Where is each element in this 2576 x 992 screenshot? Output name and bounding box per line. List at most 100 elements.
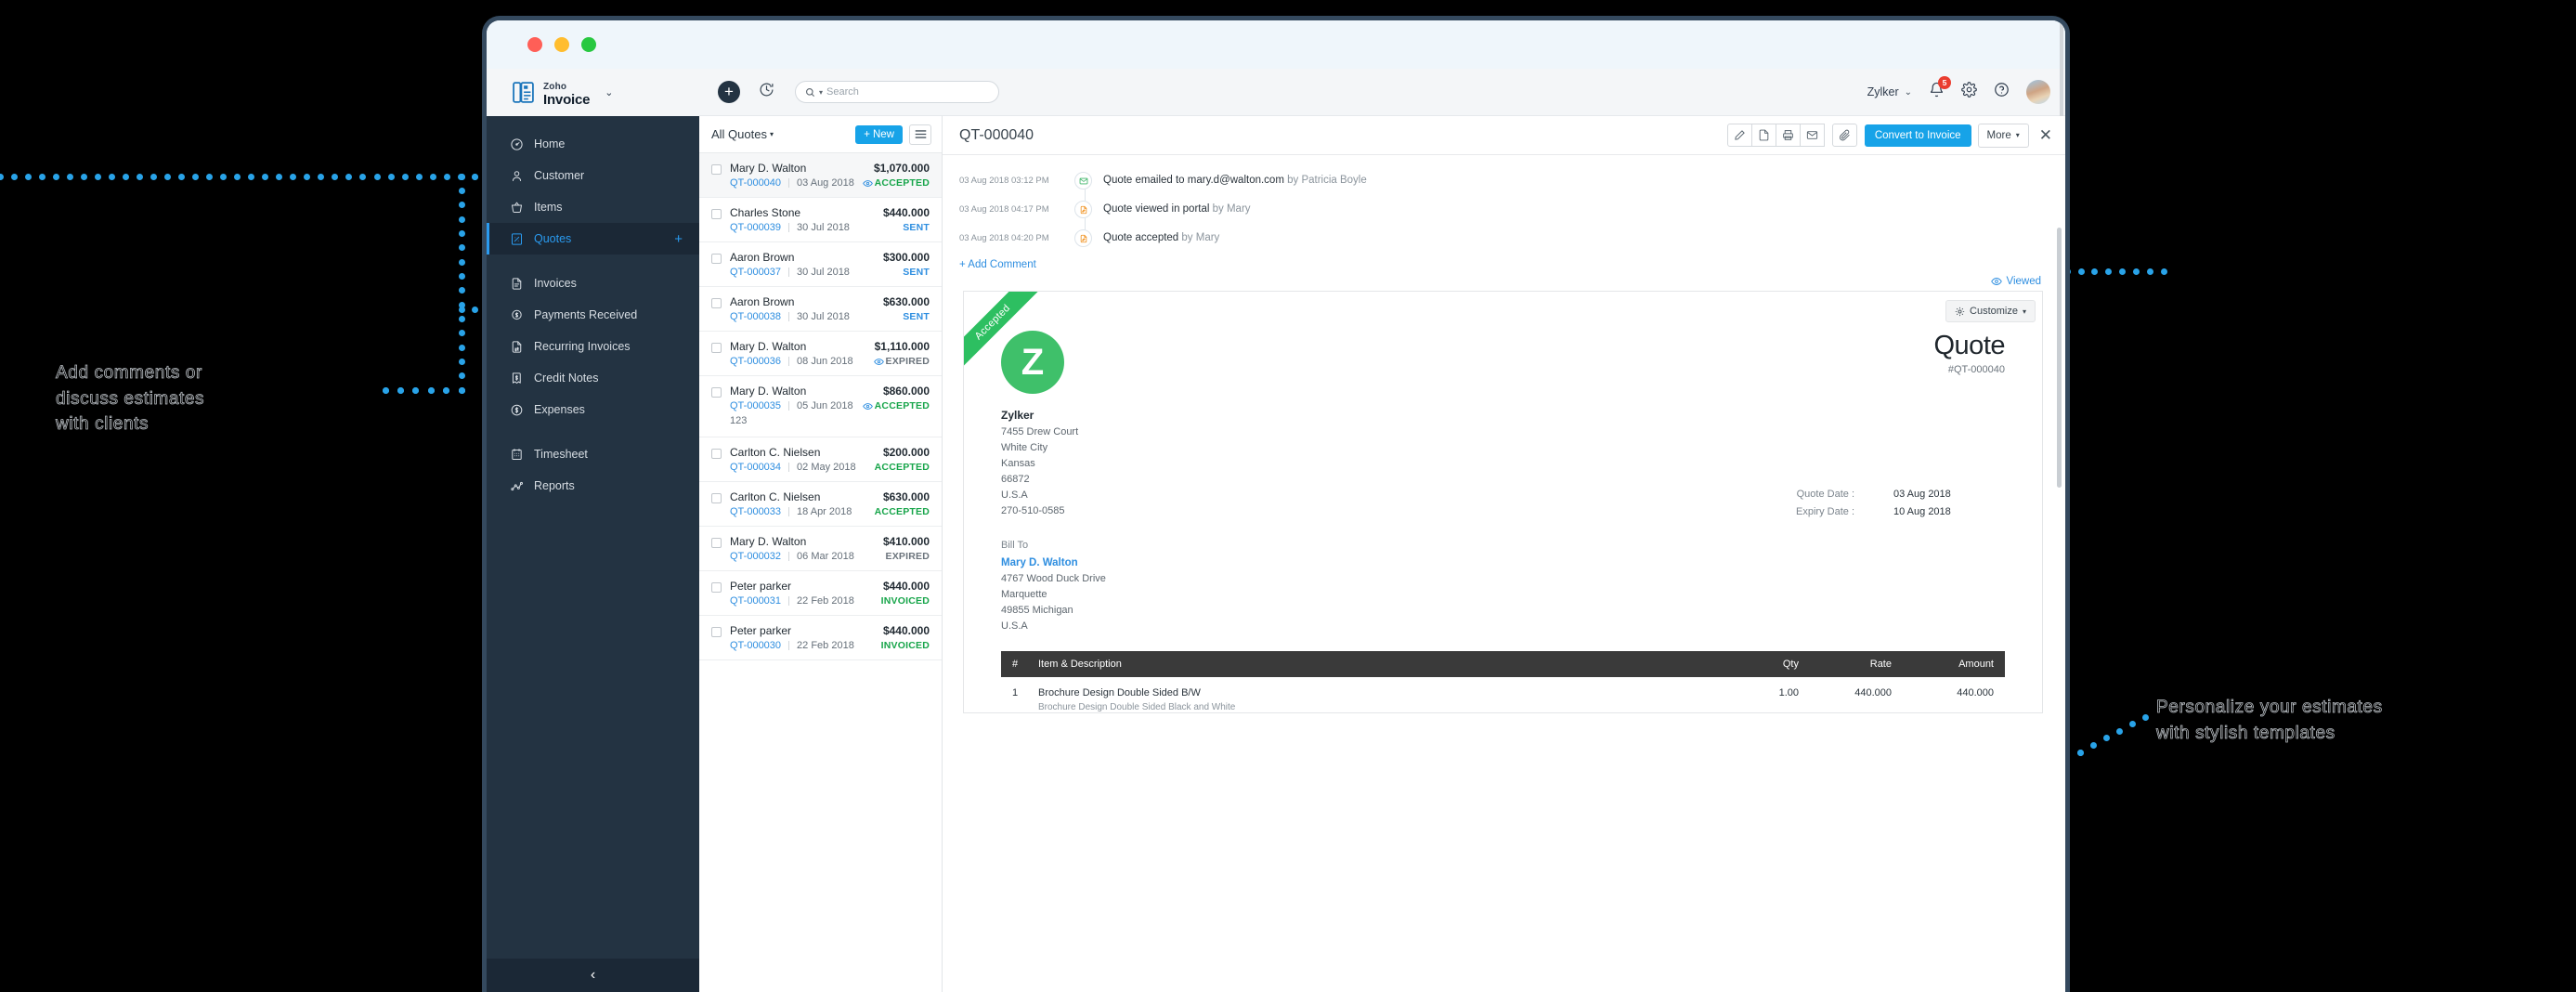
gear-icon [1955, 307, 1965, 316]
row-quote-number[interactable]: QT-000032 [730, 551, 781, 562]
row-checkbox[interactable] [711, 387, 722, 398]
window-minimize-button[interactable] [554, 37, 569, 52]
row-checkbox[interactable] [711, 627, 722, 637]
plus-icon: + [864, 128, 870, 140]
search-input[interactable]: ▾ Search [795, 81, 999, 103]
print-button[interactable] [1775, 124, 1801, 147]
row-checkbox[interactable] [711, 493, 722, 503]
sidebar-item-credit-notes[interactable]: Credit Notes [487, 362, 699, 394]
convert-to-invoice-button[interactable]: Convert to Invoice [1864, 124, 1971, 147]
quote-list-row[interactable]: Peter parker $440.000 QT-000030 22 Feb 2018… [699, 616, 942, 660]
row-date: 06 Mar 2018 [797, 551, 854, 562]
chevron-down-icon[interactable]: ⌄ [1905, 87, 1912, 98]
company-address-line: 270-510-0585 [1001, 505, 1065, 517]
line-items-header: # Item & Description Qty Rate Amount [1001, 651, 2005, 678]
row-checkbox[interactable] [711, 449, 722, 459]
search-filter-caret-icon[interactable]: ▾ [819, 88, 823, 97]
row-checkbox[interactable] [711, 164, 722, 175]
sidebar-collapse-button[interactable]: ‹ [487, 959, 699, 992]
sidebar-item-home[interactable]: Home [487, 128, 699, 160]
row-checkbox[interactable] [711, 254, 722, 264]
attach-button[interactable] [1831, 124, 1857, 147]
brand-logo[interactable]: Zoho Invoice ⌄ [487, 69, 699, 116]
row-separator [788, 312, 790, 321]
row-checkbox[interactable] [711, 343, 722, 353]
row-checkbox[interactable] [711, 538, 722, 548]
col-amount: Amount [1958, 659, 1994, 671]
row-quote-number[interactable]: QT-000035 [730, 400, 781, 411]
row-quote-number[interactable]: QT-000039 [730, 222, 781, 233]
chevron-down-icon[interactable]: ▾ [770, 130, 774, 138]
list-options-button[interactable] [909, 124, 931, 145]
close-detail-button[interactable]: ✕ [2039, 126, 2052, 145]
sidebar-item-timesheet[interactable]: Timesheet [487, 438, 699, 470]
help-button[interactable] [1994, 82, 2010, 102]
email-button[interactable] [1799, 124, 1825, 147]
org-switcher[interactable]: Zylker [1867, 85, 1899, 98]
window-close-button[interactable] [527, 37, 542, 52]
pdf-file-icon [1759, 129, 1769, 141]
global-add-button[interactable]: + [718, 81, 740, 103]
sidebar-item-label: Timesheet [534, 448, 588, 461]
row-status-badge: INVOICED [881, 640, 930, 651]
customize-button[interactable]: Customize ▾ [1945, 300, 2036, 322]
row-checkbox[interactable] [711, 209, 722, 219]
detail-scrollbar[interactable] [2057, 228, 2062, 488]
add-comment-link[interactable]: + Add Comment [943, 256, 2065, 270]
sidebar-item-payments-received[interactable]: Payments Received [487, 299, 699, 331]
quote-list-row[interactable]: Carlton C. Nielsen $630.000 QT-000033 18 Ap… [699, 482, 942, 527]
sidebar-item-customer[interactable]: Customer [487, 160, 699, 191]
more-actions-button[interactable]: More ▾ [1977, 123, 2029, 148]
recent-history-icon[interactable] [759, 82, 774, 102]
sidebar-item-expenses[interactable]: Expenses [487, 394, 699, 425]
pdf-button[interactable] [1750, 124, 1776, 147]
row-quote-number[interactable]: QT-000034 [730, 462, 781, 473]
sidebar-item-quotes[interactable]: Quotes + [487, 223, 699, 255]
quote-list-row[interactable]: Mary D. Walton $1,070.000 QT-000040 03 Aug … [699, 153, 942, 198]
row-quote-number[interactable]: QT-000036 [730, 356, 781, 367]
sidebar-quick-add-button[interactable]: + [674, 231, 683, 247]
viewed-status-link[interactable]: Viewed [1991, 276, 2041, 287]
row-quote-number[interactable]: QT-000030 [730, 640, 781, 651]
quote-list-row[interactable]: Peter parker $440.000 QT-000031 22 Feb 2018… [699, 571, 942, 616]
list-filter-label[interactable]: All Quotes [711, 127, 767, 141]
quote-list-row[interactable]: Aaron Brown $300.000 QT-000037 30 Jul 2018 S… [699, 242, 942, 287]
quote-list-row[interactable]: Mary D. Walton $860.000 QT-000035 05 Jun 20… [699, 376, 942, 437]
notifications-button[interactable]: 5 [1929, 76, 1951, 102]
edit-button[interactable] [1726, 124, 1752, 147]
quote-document: Accepted Z Zylker 7455 Drew Court White C… [963, 291, 2043, 714]
quote-list-row[interactable]: Mary D. Walton $1,110.000 QT-000036 08 Jun … [699, 332, 942, 376]
sidebar-item-invoices[interactable]: Invoices [487, 268, 699, 299]
new-quote-label: New [872, 128, 894, 140]
new-quote-button[interactable]: + New [855, 124, 903, 144]
row-checkbox[interactable] [711, 582, 722, 593]
row-date: 18 Apr 2018 [797, 506, 852, 517]
sidebar-item-reports[interactable]: Reports [487, 470, 699, 502]
row-quote-number[interactable]: QT-000033 [730, 506, 781, 517]
notification-badge: 5 [1938, 76, 1951, 89]
bill-to-name[interactable]: Mary D. Walton [1001, 557, 2005, 568]
row-quote-number[interactable]: QT-000037 [730, 267, 781, 278]
row-quote-number[interactable]: QT-000038 [730, 311, 781, 322]
document-dates: Quote Date : 03 Aug 2018 Expiry Date : 10 A… [1754, 489, 2005, 524]
window-zoom-button[interactable] [581, 37, 596, 52]
row-quote-number[interactable]: QT-000040 [730, 177, 781, 189]
row-customer-name: Mary D. Walton [730, 535, 807, 548]
row-separator [788, 357, 790, 366]
quote-list-row[interactable]: Mary D. Walton $410.000 QT-000032 06 Mar 20… [699, 527, 942, 571]
quote-list-row[interactable]: Carlton C. Nielsen $200.000 QT-000034 02 Ma… [699, 437, 942, 482]
row-quote-number[interactable]: QT-000031 [730, 595, 781, 607]
row-checkbox[interactable] [711, 298, 722, 308]
quote-list-row[interactable]: Aaron Brown $630.000 QT-000038 30 Jul 2018 S… [699, 287, 942, 332]
chevron-down-icon[interactable]: ⌄ [605, 86, 613, 98]
sidebar-item-items[interactable]: Items [487, 191, 699, 223]
viewed-row: Viewed [943, 270, 2065, 291]
document-title: Quote [1933, 331, 2006, 360]
settings-button[interactable] [1961, 82, 1977, 102]
row-separator [788, 552, 790, 561]
avatar[interactable] [2026, 80, 2050, 104]
timeline-text: Quote viewed in portal [1103, 203, 1210, 215]
quote-list-row[interactable]: Charles Stone $440.000 QT-000039 30 Jul 201… [699, 198, 942, 242]
envelope-icon [1806, 131, 1817, 139]
sidebar-item-recurring-invoices[interactable]: Recurring Invoices [487, 331, 699, 362]
